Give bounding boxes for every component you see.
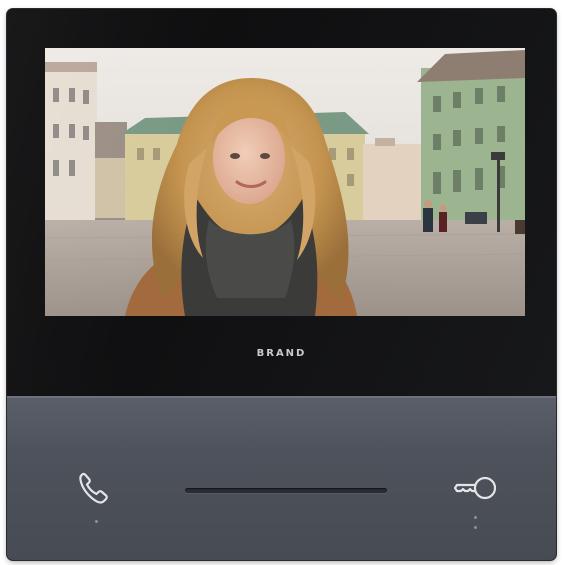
camera-feed-image — [45, 48, 525, 316]
phone-handset-icon — [79, 472, 108, 504]
video-screen[interactable] — [45, 48, 525, 316]
unlock-button[interactable] — [447, 466, 503, 510]
unlock-indicator-led-1 — [474, 516, 477, 519]
intercom-monitor: BRAND — [7, 9, 556, 560]
call-indicator-led — [95, 520, 98, 523]
panel-divider — [7, 396, 556, 398]
glass-front: BRAND — [7, 9, 556, 396]
unlock-indicator-led-2 — [474, 526, 477, 529]
key-icon — [453, 476, 497, 500]
speaker-grille — [185, 488, 387, 493]
control-panel — [7, 396, 556, 560]
call-button[interactable] — [71, 466, 119, 510]
brand-label: BRAND — [256, 348, 307, 359]
